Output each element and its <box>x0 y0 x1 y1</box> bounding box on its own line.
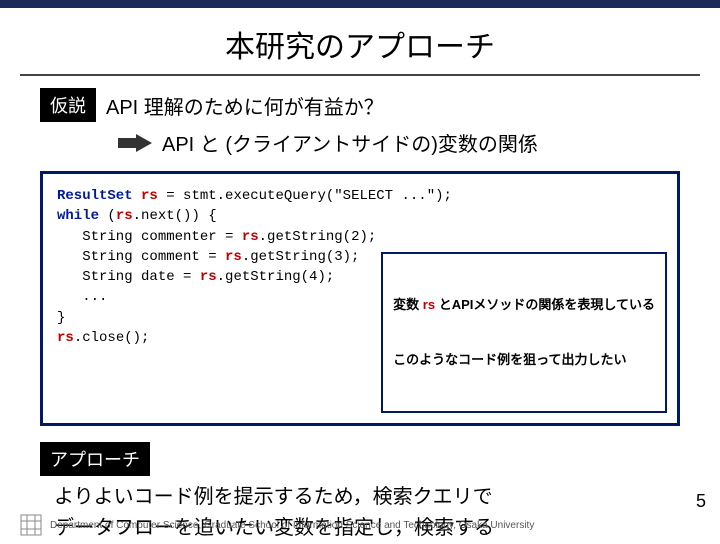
code-text: .getString(2); <box>259 229 377 245</box>
approach-tag-row: アプローチ <box>40 442 680 476</box>
callout-box: 変数 rs とAPIメソッドの関係を表現している このようなコード例を狙って出力… <box>381 252 667 414</box>
code-text: .next()) { <box>133 208 217 224</box>
code-text: ... <box>57 289 107 305</box>
lab-logo-icon <box>20 514 42 536</box>
title-rule <box>20 74 700 76</box>
hypothesis-question: API 理解のために何が有益か？ <box>106 91 384 120</box>
code-text: = stmt.executeQuery("SELECT ..."); <box>158 188 452 204</box>
callout-var: rs <box>423 297 435 312</box>
code-text: String comment = <box>57 249 225 265</box>
variable-rs: rs <box>200 269 217 285</box>
keyword: ResultSet <box>57 188 133 204</box>
slide: 本研究のアプローチ 仮説 API 理解のために何が有益か？ API と (クライ… <box>0 0 720 540</box>
summary-line1: よりよいコード例を提示するため，検索クエリで <box>54 482 674 513</box>
hypothesis-row: 仮説 API 理解のために何が有益か？ <box>40 88 680 122</box>
callout-text: 変数 <box>393 297 423 312</box>
code-text: String date = <box>57 269 200 285</box>
keyword: while <box>57 208 99 224</box>
variable-rs: rs <box>57 330 74 346</box>
content-area: 仮説 API 理解のために何が有益か？ API と (クライアントサイドの)変数… <box>0 88 720 544</box>
code-text: } <box>57 310 65 326</box>
hypothesis-tag: 仮説 <box>40 88 96 122</box>
callout-line1: 変数 rs とAPIメソッドの関係を表現している <box>393 296 655 314</box>
variable-rs: rs <box>141 188 158 204</box>
top-accent-bar <box>0 0 720 8</box>
code-text: .getString(3); <box>242 249 360 265</box>
page-number: 5 <box>696 491 706 512</box>
hypothesis-relation: API と (クライアントサイドの)変数の関係 <box>162 128 538 157</box>
code-text: String commenter = <box>57 229 242 245</box>
code-text: .close(); <box>74 330 150 346</box>
slide-title: 本研究のアプローチ <box>0 8 720 72</box>
code-box: ResultSet rs = stmt.executeQuery("SELECT… <box>40 171 680 426</box>
callout-text: とAPIメソッドの関係を表現している <box>435 297 655 312</box>
variable-rs: rs <box>225 249 242 265</box>
arrow-right-icon <box>118 134 152 152</box>
approach-tag: アプローチ <box>40 442 150 476</box>
code-text: .getString(4); <box>217 269 335 285</box>
code-text: ( <box>99 208 116 224</box>
variable-rs: rs <box>242 229 259 245</box>
callout-line2: このようなコード例を狙って出力したい <box>393 351 655 369</box>
footer: Department of Computer Science, Graduate… <box>20 514 534 536</box>
hypothesis-arrow-row: API と (クライアントサイドの)変数の関係 <box>118 128 680 157</box>
variable-rs: rs <box>116 208 133 224</box>
footer-text: Department of Computer Science, Graduate… <box>50 520 534 531</box>
